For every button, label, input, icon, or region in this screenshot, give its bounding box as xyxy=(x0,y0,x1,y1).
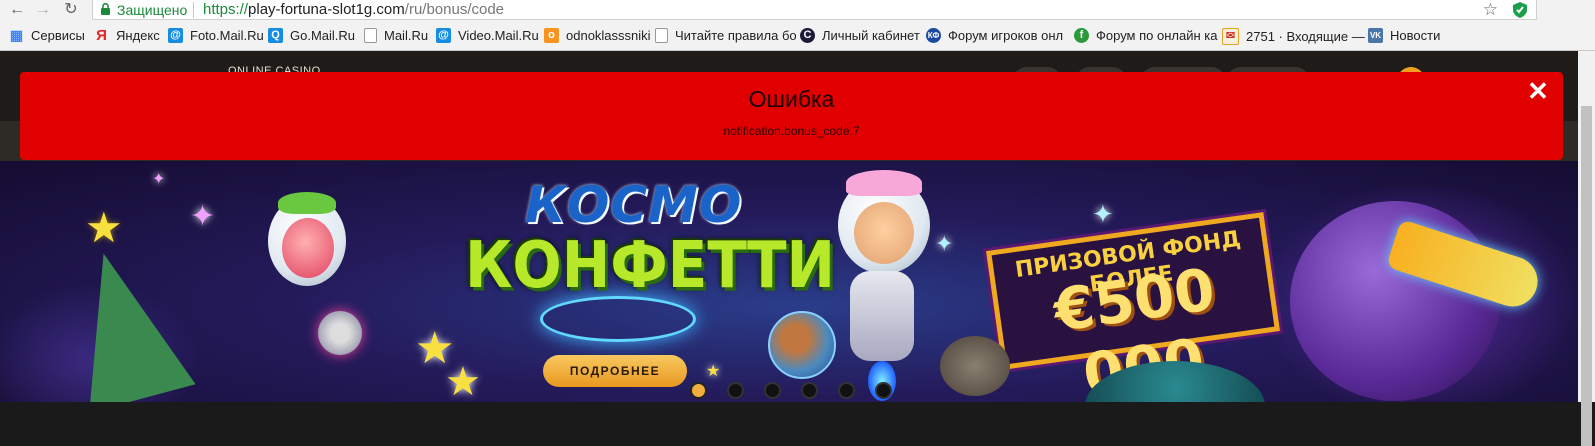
asteroid-illustration xyxy=(940,336,1010,396)
bookmark-label: Личный кабинет xyxy=(822,28,920,43)
bookmark-label: Читайте правила бо xyxy=(675,28,797,43)
bookmark-rules[interactable]: Читайте правила бо xyxy=(655,28,797,43)
bookmark-label: odnoklasssniki xyxy=(566,28,651,43)
sparkle-icon: ✦ xyxy=(190,200,216,233)
teddy-bear-bubble-illustration xyxy=(768,311,836,379)
bookmark-services[interactable]: ▦ Сервисы xyxy=(9,27,85,44)
bookmark-label: 2751 · Входящие — xyxy=(1246,29,1365,44)
address-bar[interactable]: Защищено https://play-fortuna-slot1g.com… xyxy=(92,0,1537,20)
star-icon: ★ xyxy=(85,204,123,251)
sparkle-icon: ✦ xyxy=(152,171,166,188)
bookmark-foto-mailru[interactable]: @ Foto.Mail.Ru xyxy=(168,28,264,43)
lock-icon xyxy=(101,3,110,15)
star-icon: ★ xyxy=(445,360,481,402)
ok-icon: о xyxy=(544,28,559,43)
slider-dot[interactable] xyxy=(690,382,707,399)
url-host: play-fortuna-slot1g.com xyxy=(248,1,405,18)
mail-icon: ✉ xyxy=(1222,28,1239,45)
bookmark-label: Mail.Ru xyxy=(384,28,429,43)
bookmark-go-mailru[interactable]: Q Go.Mail.Ru xyxy=(268,28,355,43)
page-icon xyxy=(655,28,668,43)
notification-message: notification.bonus_code.7 xyxy=(723,124,860,138)
bookmark-label: Яндекс xyxy=(116,28,160,43)
page-scrollbar[interactable] xyxy=(1578,51,1595,446)
forum-icon: f xyxy=(1074,28,1089,43)
slider-dots xyxy=(690,382,892,399)
url-text[interactable]: https://play-fortuna-slot1g.com/ru/bonus… xyxy=(203,1,504,18)
sparkle-icon: ✦ xyxy=(935,231,954,256)
bookmark-yandex[interactable]: Я Яндекс xyxy=(94,28,160,43)
slider-dot[interactable] xyxy=(875,382,892,399)
close-icon[interactable]: ✕ xyxy=(1527,78,1549,104)
bookmark-label: Go.Mail.Ru xyxy=(290,28,356,43)
slider-dot[interactable] xyxy=(764,382,781,399)
prize-fund-badge: ПРИЗОВОЙ ФОНД БОЛЕЕ €500 000 xyxy=(986,212,1280,402)
banner-title-main: КОНФЕТТИ xyxy=(465,227,836,303)
slider-dot[interactable] xyxy=(838,382,855,399)
bookmark-label: Foto.Mail.Ru xyxy=(190,28,264,43)
bookmark-label: Форум игроков онл xyxy=(948,28,1064,43)
search-mailru-icon: Q xyxy=(268,28,283,43)
astronaut-illustration xyxy=(838,170,930,274)
bookmark-casino-forum[interactable]: f Форум по онлайн ка xyxy=(1074,28,1217,43)
bookmarks-bar: ▦ Сервисы Я Яндекс @ Foto.Mail.Ru Q Go.M… xyxy=(0,20,1595,51)
bookmark-mailru[interactable]: Mail.Ru xyxy=(364,28,428,43)
bookmark-cabinet[interactable]: C Личный кабинет xyxy=(800,28,920,43)
mailru-icon: @ xyxy=(168,28,183,43)
back-icon[interactable]: ← xyxy=(8,1,26,19)
secure-label: Защищено xyxy=(117,2,188,18)
bookmark-players-forum[interactable]: КФ Форум игроков онл xyxy=(926,28,1063,43)
slider-dot[interactable] xyxy=(801,382,818,399)
slider-dot[interactable] xyxy=(727,382,744,399)
bookmark-label: Сервисы xyxy=(31,28,85,43)
url-path: /ru/bonus/code xyxy=(404,1,505,18)
robot-illustration xyxy=(318,311,362,355)
purple-planet-illustration xyxy=(1290,201,1500,401)
mailru-icon: @ xyxy=(436,28,451,43)
reload-icon[interactable]: ↻ xyxy=(62,1,80,19)
address-separator xyxy=(193,2,194,18)
bookmark-news[interactable]: VK Новости xyxy=(1368,28,1440,43)
yandex-icon: Я xyxy=(96,27,107,44)
browser-toolbar: ← → ↻ Защищено https://play-fortuna-slot… xyxy=(0,0,1595,20)
apps-grid-icon: ▦ xyxy=(9,27,24,43)
url-protocol: https:// xyxy=(203,1,249,18)
bookmark-label: Video.Mail.Ru xyxy=(458,28,539,43)
forward-icon[interactable]: → xyxy=(34,1,52,19)
sparkle-icon: ★ xyxy=(706,363,721,380)
bookmark-label: Новости xyxy=(1390,28,1441,43)
bookmark-label: Форум по онлайн ка xyxy=(1096,28,1218,43)
bookmark-inbox[interactable]: ✉ 2751 · Входящие — xyxy=(1222,28,1365,45)
bookmark-video-mailru[interactable]: @ Video.Mail.Ru xyxy=(436,28,539,43)
shield-extension-icon[interactable] xyxy=(1512,1,1528,19)
promo-banner[interactable]: ★ ✦ ✦ ★ ★ ✦ ✦ ★ КОСМО КОНФЕТТИ ПОДРОБНЕЕ… xyxy=(0,161,1595,402)
kf-icon: КФ xyxy=(926,28,941,43)
scrollbar-thumb[interactable] xyxy=(1581,106,1592,446)
vk-icon: VK xyxy=(1368,28,1383,43)
c-icon: C xyxy=(800,28,815,43)
bookmark-odnoklassniki[interactable]: о odnoklasssniki xyxy=(544,28,651,43)
more-details-button[interactable]: ПОДРОБНЕЕ xyxy=(543,355,687,387)
banner-title-top: КОСМО xyxy=(525,176,743,234)
page-icon xyxy=(364,28,377,43)
ufo-glow-illustration xyxy=(540,296,696,342)
sparkle-icon: ✦ xyxy=(1092,199,1114,229)
error-notification: Ошибка notification.bonus_code.7 ✕ xyxy=(20,72,1563,160)
notification-title: Ошибка xyxy=(748,86,835,112)
astronaut-suit-illustration xyxy=(850,271,914,361)
bookmark-star-icon[interactable]: ☆ xyxy=(1483,0,1498,20)
alien-astronaut-illustration xyxy=(268,192,346,286)
